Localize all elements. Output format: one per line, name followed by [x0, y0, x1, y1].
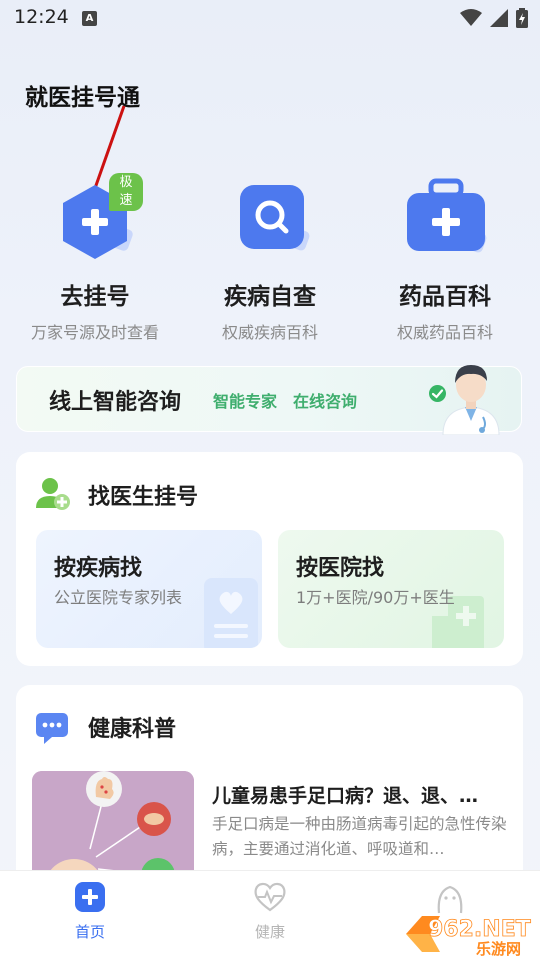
- article-excerpt: 手足口病是一种由肠道病毒引起的急性传染病，主要通过消化道、呼吸道和…: [212, 815, 507, 858]
- service-drug-encyclopedia[interactable]: 药品百科 权威药品百科: [360, 175, 530, 343]
- heart-document-icon: [204, 578, 258, 648]
- watermark-logo: 962.NET 乐游网: [400, 912, 536, 958]
- tile-subtitle: 1万+医院/90万+医生: [296, 588, 455, 607]
- tile-title: 按医院找: [296, 556, 385, 581]
- doctor-avatar-icon: [442, 365, 500, 435]
- medicine-kit-icon: [397, 175, 493, 271]
- watermark-logo-text: 962.NET: [428, 917, 531, 942]
- nav-label: 健康: [254, 923, 285, 941]
- person-icon: [437, 885, 463, 914]
- article-title[interactable]: 儿童易患手足口病？退、退、…: [212, 781, 508, 808]
- tile-subtitle: 公立医院专家列表: [54, 588, 183, 607]
- health-science-title: 健康科普: [88, 717, 177, 742]
- service-title: 去挂号: [60, 284, 130, 310]
- find-doctor-card: 找医生挂号 按疾病找 公立医院专家列表 按医院找 1万+医院/90万+医生: [16, 452, 523, 666]
- hospital-plus-icon: 极速: [47, 173, 143, 271]
- hand-foot-illustration-icon: [32, 771, 194, 885]
- consult-title: 线上智能咨询: [49, 390, 182, 415]
- consult-tag: 智能专家: [213, 392, 278, 411]
- service-register[interactable]: 极速 去挂号 万家号源及时查看: [10, 173, 180, 343]
- nav-home[interactable]: 首页: [30, 881, 150, 942]
- service-subtitle: 权威药品百科: [396, 323, 493, 342]
- article-thumbnail[interactable]: [32, 771, 194, 885]
- service-title: 药品百科: [399, 284, 491, 310]
- doctor-plus-icon: [36, 478, 70, 510]
- service-subtitle: 权威疾病百科: [221, 323, 318, 342]
- find-by-disease-button[interactable]: 按疾病找 公立医院专家列表: [36, 530, 262, 648]
- chat-bubble-icon: [36, 713, 68, 744]
- watermark-text: 乐游网: [476, 940, 521, 956]
- home-plus-icon: [75, 882, 105, 912]
- service-subtitle: 万家号源及时查看: [30, 323, 159, 342]
- fast-badge: 极速: [109, 173, 143, 211]
- find-by-hospital-button[interactable]: 按医院找 1万+医院/90万+医生: [278, 530, 504, 648]
- find-doctor-title: 找医生挂号: [88, 485, 199, 510]
- consult-tag: 在线咨询: [293, 392, 358, 411]
- search-icon: [222, 175, 318, 271]
- nav-label: 首页: [74, 923, 105, 941]
- service-title: 疾病自查: [224, 284, 316, 310]
- heart-pulse-icon: [254, 882, 286, 912]
- nav-health[interactable]: 健康: [210, 881, 330, 942]
- tile-title: 按疾病找: [54, 556, 143, 581]
- service-disease-check[interactable]: 疾病自查 权威疾病百科: [185, 175, 355, 343]
- online-consult-banner[interactable]: 线上智能咨询 智能专家 在线咨询: [16, 365, 522, 435]
- health-science-card: 健康科普 儿童易患手足口病？退、退、… 手足口病是一种由肠道病毒引起的急性传染病…: [16, 685, 523, 885]
